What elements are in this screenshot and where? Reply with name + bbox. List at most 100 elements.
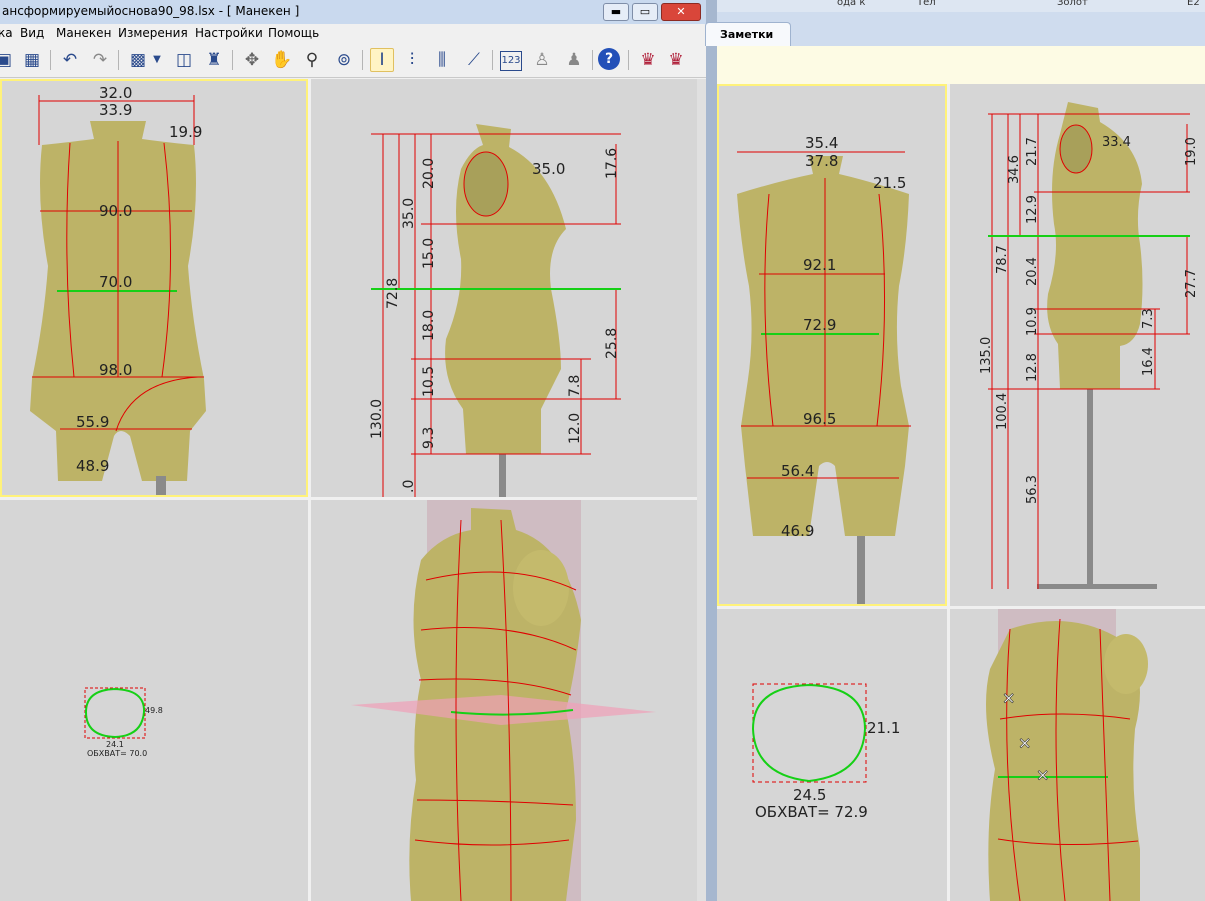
knee-to-floor-label: 56.3 <box>1025 475 1040 504</box>
menu-bar: ка Вид Манекен Измерения Настройки Помощ… <box>0 24 706 43</box>
section-girth-label: ОБХВАТ= 72.9 <box>755 803 868 821</box>
toolbar-separator <box>628 50 629 70</box>
girth-measure-icon[interactable]: ⫼ <box>430 48 454 72</box>
waist-girth-label: 70.0 <box>99 273 132 291</box>
armhole-label: 35.0 <box>532 160 565 178</box>
front-view-panel[interactable]: 32.0 33.9 19.9 90.0 70.0 98.0 55.9 48.9 <box>0 79 308 497</box>
fit-view-icon[interactable]: ⊚ <box>332 48 356 72</box>
toolbar: ▣ ▦ ↶ ↷ ▩ ▼ ◫ ♜ ✥ ✋ ⚲ ⊚ Ⅰ ⫶ ⫼ ⟋ 123 ♙ ♟ … <box>0 43 706 78</box>
shoulder-length-label: 19.9 <box>169 123 202 141</box>
mannequin-stand <box>156 476 166 495</box>
hip-girth-label: 98.0 <box>99 361 132 379</box>
ruler-icon[interactable]: ⟋ <box>462 48 486 72</box>
left-application-window: ансформируемыйоснова90_98.lsx - [ Манеке… <box>0 0 706 901</box>
restore-button[interactable]: ▭ <box>632 3 658 21</box>
right-front-view-canvas: 35.4 37.8 21.5 92.1 72.9 96.5 56.4 46.9 <box>737 134 911 604</box>
cross-section-panel[interactable]: 49.8 24.1 ОБХВАТ= 70.0 <box>0 500 308 901</box>
tab-notes[interactable]: Заметки <box>705 22 791 46</box>
side-view-panel[interactable]: 35.0 17.6 20.0 35.0 15.0 72.8 18.0 25.8 … <box>311 79 697 497</box>
right-cross-section-panel[interactable]: 21.1 24.5 ОБХВАТ= 72.9 <box>717 609 947 901</box>
thigh-length-label: 16.4 <box>1141 347 1156 376</box>
section-plane-horizontal <box>351 695 656 725</box>
mannequin-stand <box>1087 389 1093 589</box>
armpit-to-waist-label: 15.0 <box>421 238 437 269</box>
layout-icon[interactable]: ◫ <box>172 48 196 72</box>
menu-item-measurements[interactable]: Измерения <box>118 26 188 40</box>
measure-point-marker[interactable]: ✕ <box>1018 734 1032 754</box>
title-bar: ансформируемыйоснова90_98.lsx - [ Манеке… <box>0 0 706 25</box>
arm-cap <box>1059 124 1093 174</box>
toolbar-item[interactable]: Тел <box>917 0 936 8</box>
zoom-icon[interactable]: ⚲ <box>300 48 324 72</box>
measure-point-marker[interactable]: ✕ <box>1002 689 1016 709</box>
section-girth-label: ОБХВАТ= 70.0 <box>87 749 147 758</box>
numbers-icon[interactable]: 123 <box>500 51 522 71</box>
neck-to-armpit-label: 21.7 <box>1025 137 1040 166</box>
perspective-3d-panel[interactable] <box>311 500 697 901</box>
toolbar-separator <box>592 50 593 70</box>
side-view-canvas: 35.0 17.6 20.0 35.0 15.0 72.8 18.0 25.8 … <box>369 124 621 497</box>
menu-item-mannequin[interactable]: Манекен <box>56 26 111 40</box>
menu-item-view[interactable]: Вид <box>20 26 44 40</box>
vertical-measure-icon[interactable]: Ⅰ <box>370 48 394 72</box>
toolbar-item[interactable]: ода к <box>837 0 865 8</box>
mannequin-adjust-icon[interactable]: ♙ <box>530 48 554 72</box>
right-perspective-3d-canvas: ✕ ✕ ✕ <box>986 609 1148 901</box>
dress-form-edit-icon[interactable]: ♛ <box>664 48 688 72</box>
waist-to-seat-label: 25.8 <box>604 328 620 359</box>
thigh-girth-label: 56.4 <box>781 462 814 480</box>
view-select-icon[interactable]: ▩ <box>126 48 150 72</box>
right-side-view-canvas: 33.4 19.0 34.6 21.7 12.9 78.7 20.4 27.7 … <box>979 102 1199 589</box>
front-view-canvas: 32.0 33.9 19.9 90.0 70.0 98.0 55.9 48.9 <box>30 84 206 495</box>
rotate-icon[interactable]: ✥ <box>240 48 264 72</box>
right-cross-section-canvas: 21.1 24.5 ОБХВАТ= 72.9 <box>751 683 900 821</box>
toolbar-separator <box>118 50 119 70</box>
print-setup-icon[interactable]: ▦ <box>20 48 44 72</box>
measure-point-marker[interactable]: ✕ <box>1036 766 1050 786</box>
menu-item-settings[interactable]: Настройки <box>195 26 263 40</box>
close-button[interactable]: ✕ <box>661 3 701 21</box>
shoulder-to-chest-label: 19.0 <box>1184 137 1199 166</box>
cross-section-canvas: 49.8 24.1 ОБХВАТ= 70.0 <box>84 687 163 758</box>
dropdown-arrow-icon[interactable]: ▼ <box>150 48 164 72</box>
minimize-button[interactable]: ▬ <box>603 3 629 21</box>
save-icon[interactable]: ▣ <box>0 48 16 72</box>
right-perspective-3d-panel[interactable]: ✕ ✕ ✕ <box>950 609 1205 901</box>
neck-girth-label: 33.9 <box>99 101 132 119</box>
right-application-window: ода к Тел Золот Е2 Заметки 35.4 37.8 21.… <box>705 0 1205 901</box>
armhole-label: 33.4 <box>1102 135 1131 150</box>
chest-girth-label: 92.1 <box>803 256 836 274</box>
mannequin-stand <box>499 454 506 497</box>
thigh-length-label: 12.0 <box>567 413 583 444</box>
right-side-view-panel[interactable]: 33.4 19.0 34.6 21.7 12.9 78.7 20.4 27.7 … <box>950 84 1205 606</box>
mannequin-settings-icon[interactable]: ♜ <box>202 48 226 72</box>
font-name-field[interactable]: Золот <box>1057 0 1088 8</box>
pan-hand-icon[interactable]: ✋ <box>270 48 294 72</box>
vertical-scrollbar[interactable] <box>697 79 706 901</box>
waist-to-hip-label: 20.4 <box>1025 257 1040 286</box>
window-gap <box>706 0 717 901</box>
arm-cap <box>1104 634 1148 694</box>
waist-to-seat-label: 27.7 <box>1184 269 1199 298</box>
right-views-area: 35.4 37.8 21.5 92.1 72.9 96.5 56.4 46.9 <box>717 84 1205 901</box>
notes-banner <box>717 46 1205 85</box>
dress-form-icon[interactable]: ♛ <box>636 48 660 72</box>
neck-to-armpit-label: 20.0 <box>421 158 437 189</box>
undo-icon[interactable]: ↶ <box>58 48 82 72</box>
right-front-view-panel[interactable]: 35.4 37.8 21.5 92.1 72.9 96.5 56.4 46.9 <box>717 84 947 606</box>
help-icon[interactable]: ? <box>598 48 620 70</box>
vertical-measure-dashed-icon[interactable]: ⫶ <box>400 48 424 72</box>
menu-item-file[interactable]: ка <box>0 26 13 40</box>
toolbar-separator <box>492 50 493 70</box>
menu-item-help[interactable]: Помощь <box>268 26 319 40</box>
toolbar-item[interactable]: Е2 <box>1187 0 1200 8</box>
hip-to-seat-label: 10.5 <box>421 366 437 397</box>
shoulder-length-label: 21.5 <box>873 174 906 192</box>
seat-to-thigh-label: 9.3 <box>421 427 437 449</box>
mannequin-add-icon[interactable]: ♟ <box>562 48 586 72</box>
knee-girth-label: 48.9 <box>76 457 109 475</box>
stand-base <box>1037 584 1157 589</box>
redo-icon[interactable]: ↷ <box>88 48 112 72</box>
waist-girth-label: 72.9 <box>803 316 836 334</box>
total-height-label: 135.0 <box>979 337 994 374</box>
